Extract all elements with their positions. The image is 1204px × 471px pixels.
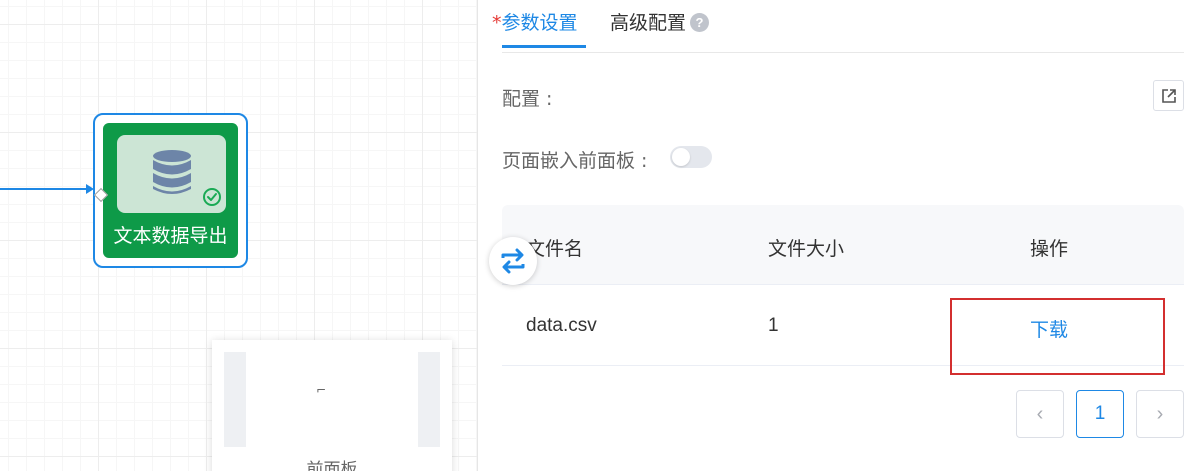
table-row: data.csv 1 下载: [502, 285, 1184, 366]
open-external-button[interactable]: [1153, 80, 1184, 111]
node-icon-box: [117, 135, 226, 213]
tabs-divider: [502, 52, 1184, 53]
swap-button[interactable]: [489, 237, 537, 285]
pager-page-1[interactable]: 1: [1076, 390, 1124, 438]
pager-next-button[interactable]: ›: [1136, 390, 1184, 438]
node-label: 文本数据导出: [113, 225, 228, 247]
node-selection-frame[interactable]: 文本数据导出: [93, 113, 248, 268]
download-link[interactable]: 下载: [1030, 315, 1068, 342]
embed-front-panel-label: 页面嵌入前面板 :: [502, 150, 648, 172]
tab-params-label: 参数设置: [501, 12, 578, 34]
active-tab-underline: [502, 45, 586, 48]
help-icon[interactable]: ?: [690, 13, 710, 32]
cell-file-size: 1: [768, 315, 779, 336]
front-panel-node[interactable]: ⌐ 前面板: [212, 340, 452, 471]
tab-advanced[interactable]: 高级配置?: [610, 8, 710, 35]
file-table: 文件名 文件大小 操作 data.csv 1 下载: [502, 205, 1184, 366]
input-port[interactable]: [93, 187, 109, 203]
table-header: 文件名 文件大小 操作: [502, 205, 1184, 285]
edge-connection: [0, 188, 92, 190]
swap-arrows-icon: [501, 248, 525, 274]
panel-divider: [477, 0, 478, 471]
embed-front-panel-switch[interactable]: [670, 146, 712, 168]
database-icon: [153, 150, 191, 194]
required-mark: *: [492, 12, 502, 34]
flow-canvas[interactable]: 文本数据导出 ⌐ 前面板: [0, 0, 478, 471]
config-tabs: *参数设置 高级配置?: [492, 0, 1184, 52]
panel-mini-icon: ⌐: [316, 383, 327, 397]
config-label: 配置 :: [502, 88, 553, 110]
check-circle-icon: [203, 188, 221, 206]
panel-bar-right: [418, 352, 440, 447]
front-panel-label: 前面板: [306, 460, 358, 471]
panel-bar-left: [224, 352, 246, 447]
header-file-size: 文件大小: [768, 238, 845, 260]
tab-params[interactable]: *参数设置: [492, 8, 578, 35]
cell-file-name: data.csv: [526, 315, 597, 336]
text-data-export-node[interactable]: 文本数据导出: [93, 123, 238, 258]
switch-knob: [672, 148, 690, 166]
external-link-icon: [1162, 89, 1176, 103]
pager-prev-button[interactable]: ‹: [1016, 390, 1064, 438]
header-operation: 操作: [1030, 238, 1069, 260]
tab-advanced-label: 高级配置: [610, 12, 687, 34]
